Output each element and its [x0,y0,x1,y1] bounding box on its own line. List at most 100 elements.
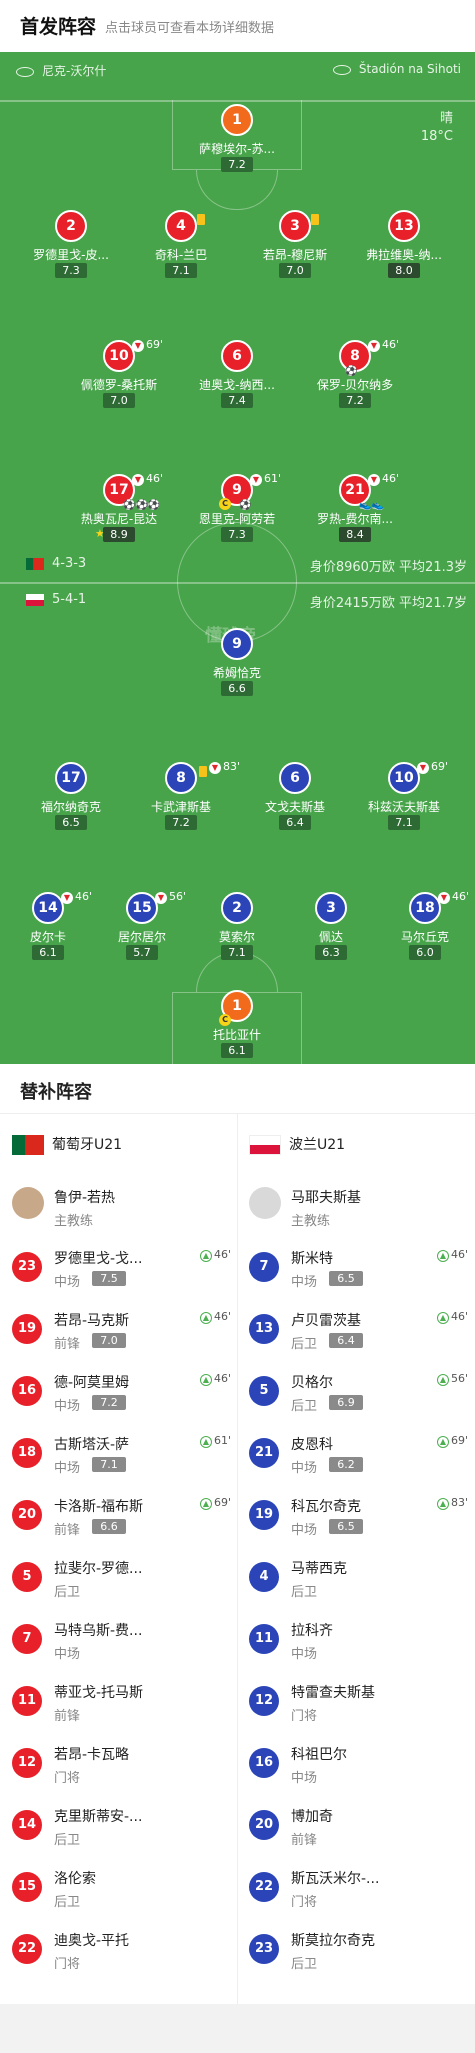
sub-player-row[interactable]: 4 马蒂西克 后卫 [249,1548,474,1610]
player-name: 克里斯蒂安-... [54,1809,143,1825]
coach-role: 主教练 [54,1214,94,1229]
player-name: 罗德里戈-戈... [54,1251,143,1267]
avatar-placeholder-icon [249,1187,281,1219]
sub-player-row[interactable]: 12 特雷查夫斯基 门将 [249,1672,474,1734]
sub-player-row[interactable]: 19 科瓦尔奇克 中场 6.5 ▲ 83' [249,1486,474,1548]
sub-out-time: ▼ 46' [368,338,399,352]
formation-poland: 5-4-1 [26,592,86,607]
player-rating: 7.1 [165,263,197,278]
sub-in-icon: ▲ [199,1436,212,1448]
player-number: 13 [249,1314,279,1344]
sub-player-row[interactable]: 20 博加奇 前锋 [249,1796,474,1858]
player-name: 贝格尔 [291,1375,333,1391]
sub-player-row[interactable]: 14 克里斯蒂安-... 后卫 [12,1796,237,1858]
player-number: 20 [12,1500,42,1530]
player-position: 中场 [54,1275,81,1290]
sub-player-row[interactable]: 5 贝格尔 后卫 6.9 ▲ 56' [249,1362,474,1424]
player-name: 热奥瓦尼-昆达 [80,512,158,526]
portugal-flag-icon [26,557,44,570]
sub-player-row[interactable]: 13 卢贝雷茨基 后卫 6.4 ▲ 46' [249,1300,474,1362]
sub-in-icon: ▲ [199,1312,212,1324]
player-por-fwd[interactable]: 17 ▼ 46' ⚽⚽⚽ 热奥瓦尼-昆达 ★ 8.9 [59,472,179,544]
sub-in-icon: ▲ [436,1250,449,1262]
sub-player-row[interactable]: 16 德-阿莫里姆 中场 7.2 ▲ 46' [12,1362,237,1424]
sub-player-row[interactable]: 21 皮恩科 中场 6.2 ▲ 69' [249,1424,474,1486]
sub-player-row[interactable]: 20 卡洛斯-福布斯 前锋 6.6 ▲ 69' [12,1486,237,1548]
poland-flag-icon [249,1135,281,1155]
player-rating: 6.9 [329,1395,363,1410]
sub-player-row[interactable]: 7 斯米特 中场 6.5 ▲ 46' [249,1238,474,1300]
sub-out-icon: ▼ [368,474,380,486]
player-number: 18 [409,892,441,924]
captain-icon: C [219,498,231,510]
player-name: 斯莫拉尔奇克 [291,1933,375,1949]
player-pol-mid[interactable]: 8 ▼ 83' 卡武津斯基 7.2 [121,760,241,832]
player-por-fwd[interactable]: 9 ▼ 61' C ⚽ 恩里克-阿劳若 7.3 [177,472,297,544]
player-por-def[interactable]: 13 弗拉维奥-纳... 8.0 [344,210,464,280]
player-position: 后卫 [291,1957,318,1972]
player-number: 5 [12,1562,42,1592]
player-rating: 6.0 [409,945,441,960]
sub-player-row[interactable]: 23 斯莫拉尔奇克 后卫 [249,1920,474,1982]
sub-player-row[interactable]: 12 若昂-卡瓦略 门将 [12,1734,237,1796]
coach-name: 马耶夫斯基 [291,1190,361,1206]
player-por-mid[interactable]: 10 ▼ 69' 佩德罗-桑托斯 7.0 [59,338,179,410]
sub-player-row[interactable]: 19 若昂-马克斯 前锋 7.0 ▲ 46' [12,1300,237,1362]
sub-player-row[interactable]: 15 洛伦索 后卫 [12,1858,237,1920]
sub-in-icon: ▲ [436,1436,449,1448]
sub-player-row[interactable]: 22 斯瓦沃米尔-... 门将 [249,1858,474,1920]
player-por-def[interactable]: 2 罗德里戈-皮... 7.3 [11,210,131,280]
player-position: 前锋 [54,1523,81,1538]
player-por-mid[interactable]: 6 迪奥戈-纳西... 7.4 [177,340,297,410]
player-number: 17 [55,762,87,794]
sub-player-row[interactable]: 16 科祖巴尔 中场 [249,1734,474,1796]
sub-player-row[interactable]: 23 罗德里戈-戈... 中场 7.5 ▲ 46' [12,1238,237,1300]
player-pol-fwd[interactable]: 9 希姆恰克 6.6 [177,628,297,698]
sub-player-row[interactable]: 11 拉科齐 中场 [249,1610,474,1672]
player-name: 罗德里戈-皮... [33,248,109,262]
player-rating: 7.5 [92,1271,126,1286]
sub-player-row[interactable]: 7 马特乌斯-费... 中场 [12,1610,237,1672]
player-rating: 7.1 [221,945,253,960]
player-position: 中场 [291,1461,318,1476]
player-por-gk[interactable]: 1 萨穆埃尔-苏... 7.2 [177,104,297,174]
player-name: 科兹沃夫斯基 [367,800,440,814]
player-name: 萨穆埃尔-苏... [199,142,275,156]
player-por-mid[interactable]: 8 ▼ 46' ⚽ 保罗-贝尔纳多 7.2 [295,338,415,410]
player-number: 13 [388,210,420,242]
player-por-fwd[interactable]: 21 ▼ 46' 👟👟 罗热-费尔南... 8.4 [295,472,415,544]
player-por-def[interactable]: 4 奇科-兰巴 7.1 [121,210,241,280]
player-name: 马蒂西克 [291,1561,347,1577]
player-pol-gk[interactable]: 1 C 托比亚什 6.1 [177,990,297,1060]
sub-in-icon: ▲ [199,1498,212,1510]
sub-in-time: ▲ 46' [199,1372,231,1386]
player-number: 3 [315,892,347,924]
sub-out-icon: ▼ [209,762,221,774]
player-number: 9 [221,628,253,660]
player-rating: 7.0 [92,1333,126,1348]
player-name: 拉科齐 [291,1623,333,1639]
page-subtitle: 点击球员可查看本场详细数据 [105,21,275,36]
player-pol-mid[interactable]: 17 福尔纳奇克 6.5 [11,762,131,832]
player-pol-mid[interactable]: 6 文戈夫斯基 6.4 [235,762,355,832]
player-number: 3 [279,210,311,242]
player-number: 20 [249,1810,279,1840]
subs-list: 葡萄牙U21 波兰U21 鲁伊-若热 主教练 马耶夫斯基 主教练 23 罗德里戈-… [0,1114,475,2004]
avatar [12,1187,44,1219]
player-name: 托比亚什 [212,1028,261,1042]
player-number: 21 [249,1438,279,1468]
sub-player-row[interactable]: 22 迪奥戈-平托 门将 [12,1920,237,1982]
player-pol-mid[interactable]: 10 ▼ 69' 科兹沃夫斯基 7.1 [344,760,464,832]
player-name: 科瓦尔奇克 [291,1499,361,1515]
player-number: 2 [55,210,87,242]
sub-out-icon: ▼ [417,762,429,774]
sub-in-icon: ▲ [199,1250,212,1262]
sub-player-row[interactable]: 5 拉斐尔-罗德... 后卫 [12,1548,237,1610]
sub-player-row[interactable]: 18 古斯塔沃-萨 中场 7.1 ▲ 61' [12,1424,237,1486]
sub-out-icon: ▼ [132,340,144,352]
sub-player-row[interactable]: 11 蒂亚戈-托马斯 前锋 [12,1672,237,1734]
player-pol-def[interactable]: 18 ▼ 46' 马尔丘克 6.0 [365,890,475,962]
player-number: 2 [221,892,253,924]
player-por-def[interactable]: 3 若昂-穆尼斯 7.0 [235,210,355,280]
player-name: 马尔丘克 [400,930,449,944]
